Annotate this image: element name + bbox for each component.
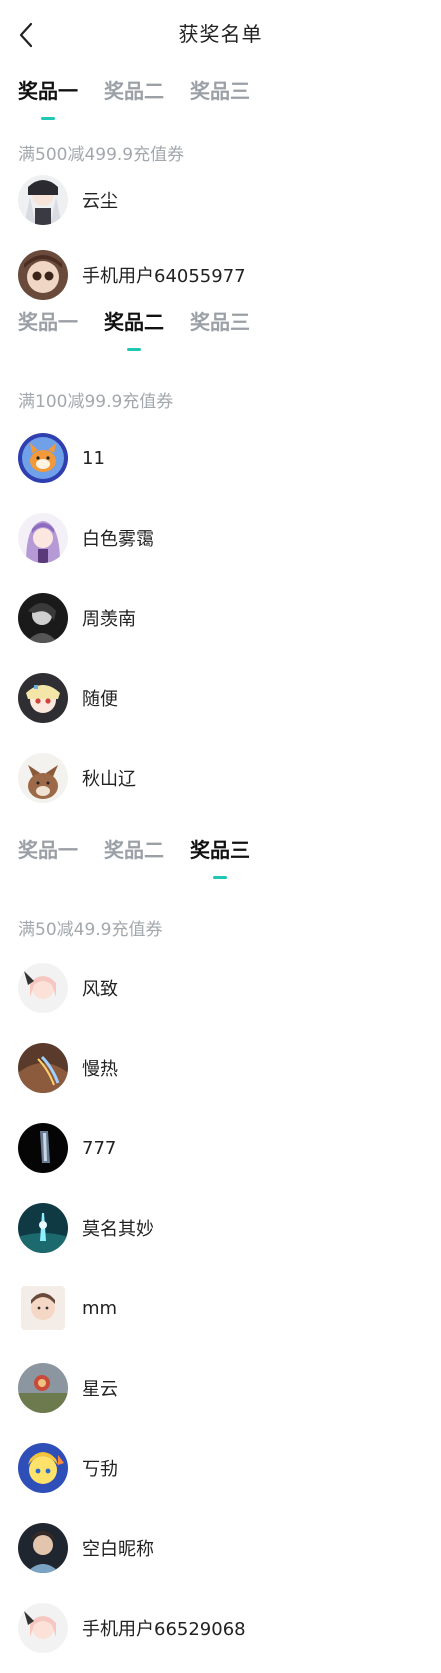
winner-row: 秋山辽 bbox=[18, 752, 136, 804]
avatar bbox=[18, 1363, 68, 1413]
tab-prize-2[interactable]: 奖品二 bbox=[104, 76, 164, 116]
winner-row: 随便 bbox=[18, 672, 118, 724]
tab-prize-1[interactable]: 奖品一 bbox=[18, 835, 78, 875]
winner-row: 云尘 bbox=[18, 174, 118, 226]
prize-description: 满50减49.9充值券 bbox=[18, 920, 163, 940]
winner-row: 丂劧 bbox=[18, 1442, 118, 1494]
winner-name: 随便 bbox=[82, 689, 118, 710]
active-tab-indicator bbox=[127, 348, 141, 351]
avatar bbox=[18, 1203, 68, 1253]
avatar bbox=[18, 250, 68, 300]
prize-tabs: 奖品一 奖品二 奖品三 bbox=[18, 307, 276, 351]
tab-prize-1[interactable]: 奖品一 bbox=[18, 307, 78, 347]
winner-name: 云尘 bbox=[82, 191, 118, 212]
winner-row: 11 bbox=[18, 432, 105, 484]
winner-row: mm bbox=[18, 1282, 117, 1334]
winner-name: 空白昵称 bbox=[82, 1539, 154, 1560]
winner-name: 丂劧 bbox=[82, 1459, 118, 1480]
winner-row: 777 bbox=[18, 1122, 116, 1174]
winner-row: 手机用户64055977 bbox=[18, 249, 246, 301]
winner-row: 慢热 bbox=[18, 1042, 118, 1094]
winner-row: 莫名其妙 bbox=[18, 1202, 154, 1254]
prize-description: 满100减99.9充值券 bbox=[18, 392, 174, 412]
winner-row: 白色雾霭 bbox=[18, 512, 154, 564]
winner-row: 空白昵称 bbox=[18, 1522, 154, 1574]
active-tab-indicator bbox=[213, 876, 227, 879]
avatar bbox=[18, 1043, 68, 1093]
winner-name: 风致 bbox=[82, 979, 118, 1000]
avatar bbox=[18, 175, 68, 225]
avatar bbox=[18, 753, 68, 803]
tab-prize-3[interactable]: 奖品三 bbox=[190, 76, 250, 116]
tab-prize-2[interactable]: 奖品二 bbox=[104, 307, 164, 351]
active-tab-indicator bbox=[41, 117, 55, 120]
avatar bbox=[18, 673, 68, 723]
winner-row: 星云 bbox=[18, 1362, 118, 1414]
winner-name: 777 bbox=[82, 1137, 117, 1159]
winner-row: 周羡南 bbox=[18, 592, 136, 644]
winner-name: 11 bbox=[82, 447, 105, 469]
tab-prize-1[interactable]: 奖品一 bbox=[18, 76, 78, 120]
avatar bbox=[18, 963, 68, 1013]
winner-name: 莫名其妙 bbox=[82, 1219, 154, 1240]
avatar bbox=[18, 433, 68, 483]
prize-tabs: 奖品一 奖品二 奖品三 bbox=[18, 835, 276, 879]
winner-name: mm bbox=[82, 1297, 118, 1319]
winner-name: 手机用户64055977 bbox=[82, 266, 246, 287]
header: 获奖名单 bbox=[0, 0, 441, 70]
winner-name: 星云 bbox=[82, 1379, 118, 1400]
winner-row: 风致 bbox=[18, 962, 118, 1014]
avatar bbox=[18, 1523, 68, 1573]
prize-tabs: 奖品一 奖品二 奖品三 bbox=[18, 76, 276, 120]
avatar bbox=[21, 1286, 65, 1330]
winner-name: 周羡南 bbox=[82, 609, 136, 630]
avatar bbox=[18, 513, 68, 563]
tab-prize-2[interactable]: 奖品二 bbox=[104, 835, 164, 875]
winner-name: 手机用户66529068 bbox=[82, 1619, 246, 1640]
winner-name: 秋山辽 bbox=[82, 769, 136, 790]
avatar bbox=[18, 1123, 68, 1173]
tab-prize-3[interactable]: 奖品三 bbox=[190, 307, 250, 347]
prize-description: 满500减499.9充值券 bbox=[18, 145, 185, 165]
winner-name: 白色雾霭 bbox=[82, 529, 154, 550]
avatar bbox=[18, 593, 68, 643]
tab-prize-3[interactable]: 奖品三 bbox=[190, 835, 250, 879]
avatar bbox=[18, 1603, 68, 1653]
winner-name: 慢热 bbox=[82, 1059, 118, 1080]
avatar bbox=[18, 1443, 68, 1493]
winner-row: 手机用户66529068 bbox=[18, 1602, 246, 1654]
page-title: 获奖名单 bbox=[178, 22, 263, 46]
